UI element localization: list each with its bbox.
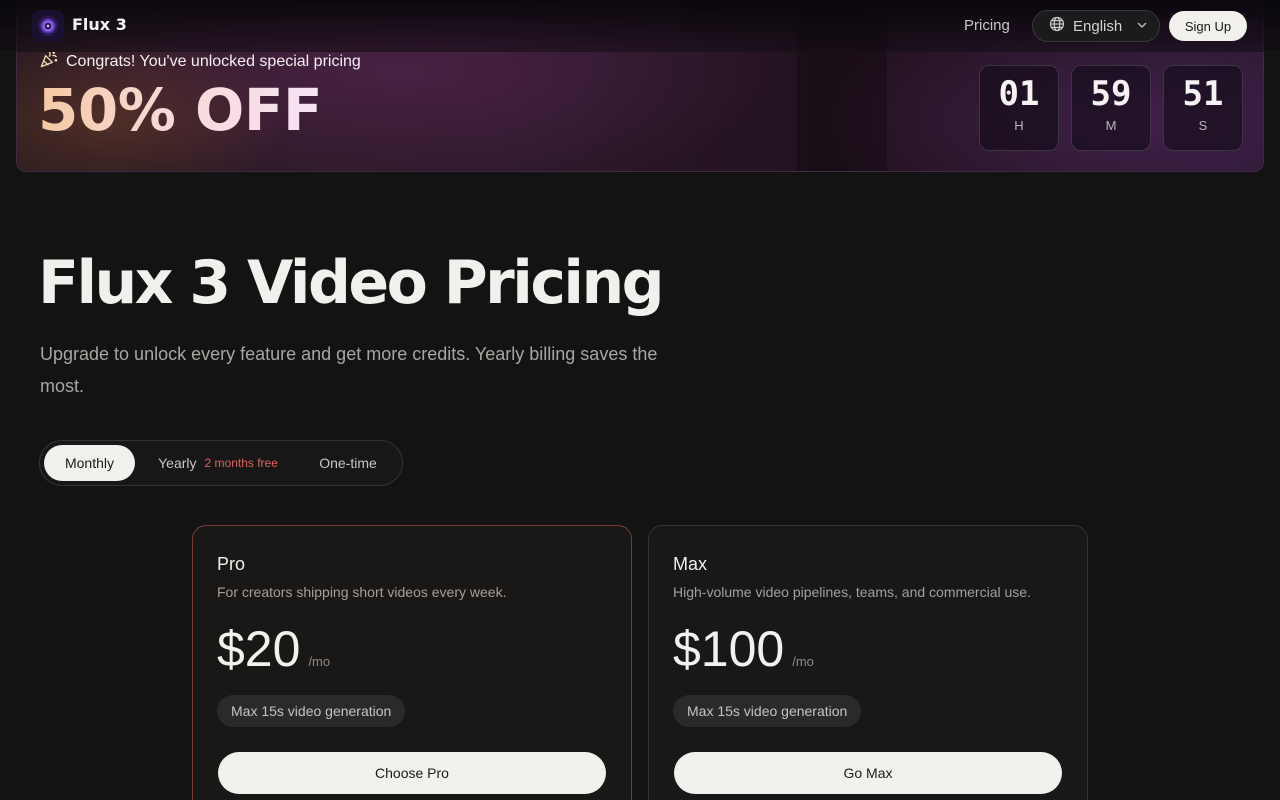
chevron-down-icon: [1136, 18, 1148, 35]
countdown-seconds: 51 S: [1163, 65, 1243, 151]
choose-pro-button[interactable]: Choose Pro: [218, 752, 606, 794]
plan-price-amount: $20: [217, 621, 301, 677]
countdown-seconds-value: 51: [1182, 74, 1224, 114]
nav-link-pricing[interactable]: Pricing: [964, 17, 1010, 34]
plan-price-period: /mo: [792, 654, 814, 669]
billing-option-yearly-label: Yearly: [158, 455, 197, 471]
go-max-button[interactable]: Go Max: [674, 752, 1062, 794]
yearly-discount-badge: 2 months free: [204, 456, 278, 470]
billing-option-monthly[interactable]: Monthly: [44, 445, 135, 481]
plan-feature-badge: Max 15s video generation: [217, 695, 406, 727]
plan-price: $20 /mo: [217, 620, 330, 678]
top-nav: Flux 3 Pricing English Sign Up: [0, 0, 1280, 52]
language-selector[interactable]: English: [1032, 10, 1160, 42]
discount-headline: 50% OFF: [38, 76, 323, 144]
countdown-minutes-value: 59: [1090, 74, 1132, 114]
plan-price: $100 /mo: [673, 620, 814, 678]
countdown-timer: 01 H 59 M 51 S: [979, 65, 1243, 151]
countdown-hours: 01 H: [979, 65, 1059, 151]
page-title: Flux 3 Video Pricing: [38, 248, 665, 318]
plan-price-period: /mo: [308, 654, 331, 669]
billing-option-yearly[interactable]: Yearly 2 months free: [143, 445, 293, 481]
plan-description: High-volume video pipelines, teams, and …: [673, 584, 1031, 600]
plan-feature-badge: Max 15s video generation: [673, 695, 862, 727]
promo-message-text: Congrats! You've unlocked special pricin…: [66, 53, 361, 70]
countdown-minutes-unit: M: [1105, 118, 1117, 133]
countdown-minutes: 59 M: [1071, 65, 1151, 151]
countdown-hours-unit: H: [1014, 118, 1024, 133]
plan-price-amount: $100: [673, 621, 785, 677]
plan-name: Max: [673, 554, 708, 574]
brand-name[interactable]: Flux 3: [72, 15, 127, 34]
plan-card-pro: Pro For creators shipping short videos e…: [192, 525, 632, 800]
billing-toggle: Monthly Yearly 2 months free One-time: [39, 440, 403, 486]
plan-card-max: Max High-volume video pipelines, teams, …: [648, 525, 1088, 800]
promo-message: Congrats! You've unlocked special pricin…: [39, 50, 361, 74]
language-label: English: [1073, 17, 1123, 35]
billing-option-one-time[interactable]: One-time: [308, 445, 388, 481]
sign-up-button[interactable]: Sign Up: [1169, 11, 1247, 41]
countdown-hours-value: 01: [998, 74, 1040, 114]
party-popper-icon: [39, 50, 58, 74]
globe-icon: [1049, 16, 1065, 36]
plan-name: Pro: [217, 554, 246, 574]
countdown-seconds-unit: S: [1198, 118, 1208, 133]
plan-description: For creators shipping short videos every…: [217, 584, 507, 600]
camera-lens-icon[interactable]: [32, 10, 64, 42]
page-subtitle: Upgrade to unlock every feature and get …: [40, 344, 658, 396]
